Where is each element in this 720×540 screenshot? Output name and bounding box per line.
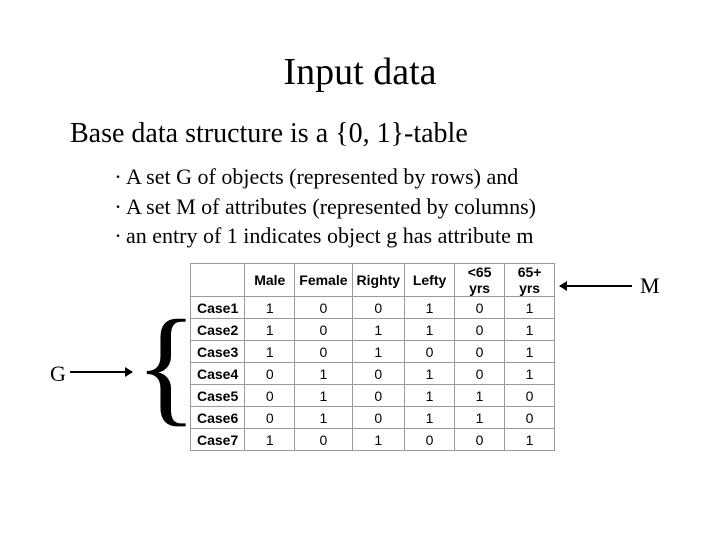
- table-cell: 0: [405, 429, 455, 451]
- table-cell: 1: [352, 429, 405, 451]
- column-header: Lefty: [405, 264, 455, 297]
- table-row: Case3101001: [191, 341, 555, 363]
- table-cell: 1: [352, 319, 405, 341]
- arrow-left-icon: [560, 285, 632, 287]
- table-cell: 0: [245, 385, 295, 407]
- list-item: · an entry of 1 indicates object g has a…: [110, 221, 660, 251]
- table-cell: 0: [405, 341, 455, 363]
- table-cell: 1: [295, 363, 352, 385]
- arrow-right-icon: [70, 371, 132, 373]
- table-cell: 0: [352, 385, 405, 407]
- list-item: · A set G of objects (represented by row…: [110, 162, 660, 192]
- table-cell: 1: [455, 407, 505, 429]
- table-cell: 1: [295, 407, 352, 429]
- bullet-list: · A set G of objects (represented by row…: [110, 162, 660, 251]
- table-cell: 1: [352, 341, 405, 363]
- brace-icon: {: [135, 301, 197, 431]
- table-cell: 1: [295, 385, 352, 407]
- table-cell: 0: [295, 297, 352, 319]
- table-cell: 1: [505, 429, 555, 451]
- table-row: Case1100101: [191, 297, 555, 319]
- g-axis-label: G: [50, 361, 66, 387]
- table-cell: 1: [245, 297, 295, 319]
- column-header: Righty: [352, 264, 405, 297]
- table-cell: 0: [505, 385, 555, 407]
- table-cell: 0: [245, 363, 295, 385]
- m-axis-label: M: [640, 273, 660, 299]
- table-cell: 1: [455, 385, 505, 407]
- table-cell: 0: [295, 429, 352, 451]
- bullet-text: an entry of 1 indicates object g has att…: [126, 221, 533, 251]
- table-cell: 1: [405, 363, 455, 385]
- table-cell: 1: [405, 297, 455, 319]
- table-cell: 0: [455, 429, 505, 451]
- table-cell: 0: [352, 407, 405, 429]
- table-cell: 0: [352, 363, 405, 385]
- table-cell: 1: [245, 429, 295, 451]
- table-cell: 1: [505, 363, 555, 385]
- column-header: Female: [295, 264, 352, 297]
- bullet-text: A set G of objects (represented by rows)…: [126, 162, 518, 192]
- table-cell: 1: [245, 319, 295, 341]
- table-cell: 0: [352, 297, 405, 319]
- table-cell: 0: [295, 341, 352, 363]
- table-cell: 1: [505, 341, 555, 363]
- column-header: 65+ yrs: [505, 264, 555, 297]
- row-header: Case7: [191, 429, 245, 451]
- column-header: <65 yrs: [455, 264, 505, 297]
- table-cell: 1: [505, 319, 555, 341]
- table-cell: 0: [455, 341, 505, 363]
- table-row: Case7101001: [191, 429, 555, 451]
- table-cell: 0: [295, 319, 352, 341]
- table-cell: 1: [405, 319, 455, 341]
- page-title: Input data: [30, 50, 690, 94]
- row-header: Case4: [191, 363, 245, 385]
- table-cell: 1: [245, 341, 295, 363]
- table-cell: 0: [455, 297, 505, 319]
- table-cell: 0: [455, 319, 505, 341]
- row-header: Case1: [191, 297, 245, 319]
- bullet-dot-icon: ·: [110, 192, 126, 222]
- row-header: Case3: [191, 341, 245, 363]
- row-header: Case6: [191, 407, 245, 429]
- list-item: · A set M of attributes (represented by …: [110, 192, 660, 222]
- data-table: Male Female Righty Lefty <65 yrs 65+ yrs…: [190, 263, 555, 451]
- table-cell: 1: [405, 407, 455, 429]
- table-row: Case4010101: [191, 363, 555, 385]
- bullet-text: A set M of attributes (represented by co…: [126, 192, 536, 222]
- table-cell: 0: [505, 407, 555, 429]
- table-cell: 1: [405, 385, 455, 407]
- table-row: Case2101101: [191, 319, 555, 341]
- bullet-dot-icon: ·: [110, 221, 126, 251]
- table-cell: 1: [505, 297, 555, 319]
- table-cell: 0: [455, 363, 505, 385]
- column-header: Male: [245, 264, 295, 297]
- row-header: Case2: [191, 319, 245, 341]
- table-row: Case5010110: [191, 385, 555, 407]
- row-header: Case5: [191, 385, 245, 407]
- table-row: Case6010110: [191, 407, 555, 429]
- subtitle: Base data structure is a {0, 1}-table: [70, 118, 660, 150]
- table-corner: [191, 264, 245, 297]
- table-cell: 0: [245, 407, 295, 429]
- bullet-dot-icon: ·: [110, 162, 126, 192]
